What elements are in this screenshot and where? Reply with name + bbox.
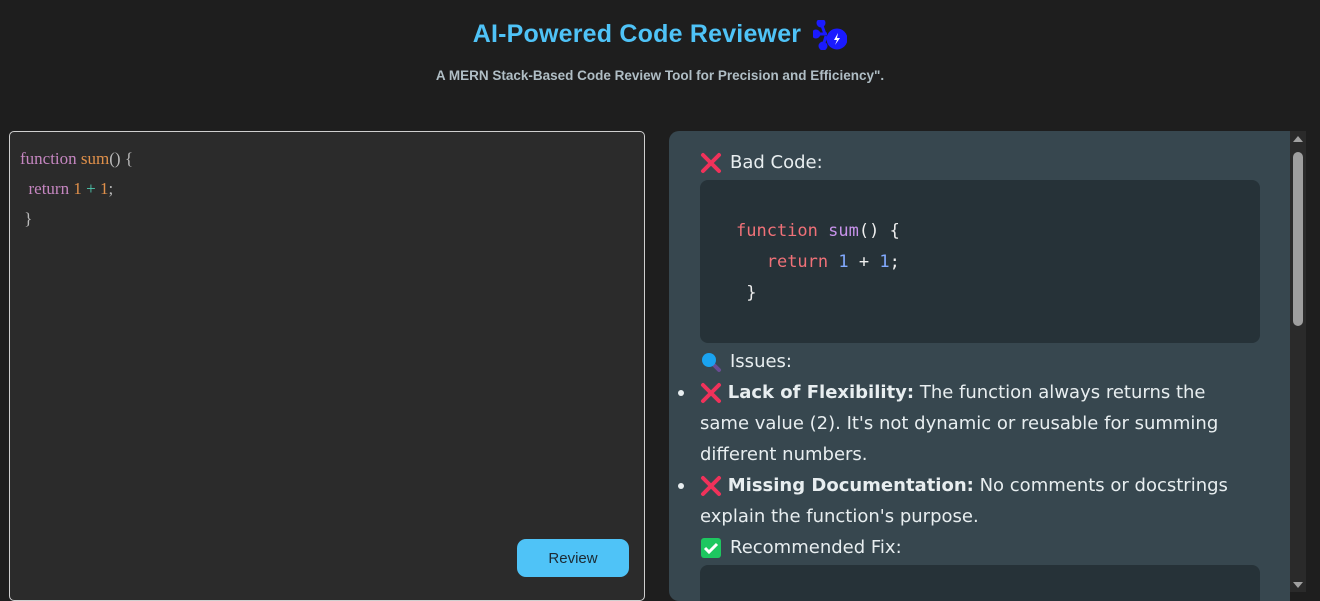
- bad-code-block: function sum() { return 1 + 1; }: [700, 180, 1260, 343]
- magnifying-glass-icon: [702, 352, 721, 372]
- code-input[interactable]: function sum() { return 1 + 1; }: [20, 144, 133, 234]
- cross-mark-icon: [701, 476, 721, 496]
- cross-mark-icon: [701, 383, 721, 403]
- bad-code-label: Bad Code:: [730, 152, 823, 173]
- fix-code-block: [700, 565, 1260, 601]
- robot-circuit-icon: [811, 18, 848, 51]
- issues-list: Lack of Flexibility: The function always…: [678, 377, 1260, 532]
- issue-title: Missing Documentation:: [727, 475, 974, 496]
- page-title: AI-Powered Code Reviewer: [0, 18, 1320, 51]
- title-text: AI-Powered Code Reviewer: [472, 20, 802, 48]
- code-editor[interactable]: function sum() { return 1 + 1; }: [9, 131, 645, 601]
- bad-code-heading: Bad Code:: [700, 147, 1260, 178]
- scroll-down-arrow-icon[interactable]: [1293, 582, 1303, 588]
- review-button[interactable]: Review: [517, 539, 629, 577]
- scrollbar-thumb[interactable]: [1293, 152, 1303, 326]
- fix-label: Recommended Fix:: [730, 537, 902, 558]
- check-mark-icon: [701, 537, 721, 558]
- issue-title: Lack of Flexibility:: [727, 382, 915, 403]
- issue-item: Lack of Flexibility: The function always…: [678, 377, 1260, 470]
- issues-label: Issues:: [730, 351, 792, 372]
- review-scrollbar[interactable]: [1290, 131, 1306, 592]
- issue-item: Missing Documentation: No comments or do…: [678, 470, 1260, 532]
- page-subtitle: A MERN Stack-Based Code Review Tool for …: [435, 68, 885, 83]
- cross-mark-icon: [701, 152, 721, 173]
- scroll-up-arrow-icon[interactable]: [1293, 136, 1303, 142]
- issues-heading: Issues:: [700, 346, 1260, 377]
- review-output-panel: Bad Code: function sum() { return 1 + 1;…: [669, 131, 1290, 601]
- fix-heading: Recommended Fix:: [700, 532, 1260, 563]
